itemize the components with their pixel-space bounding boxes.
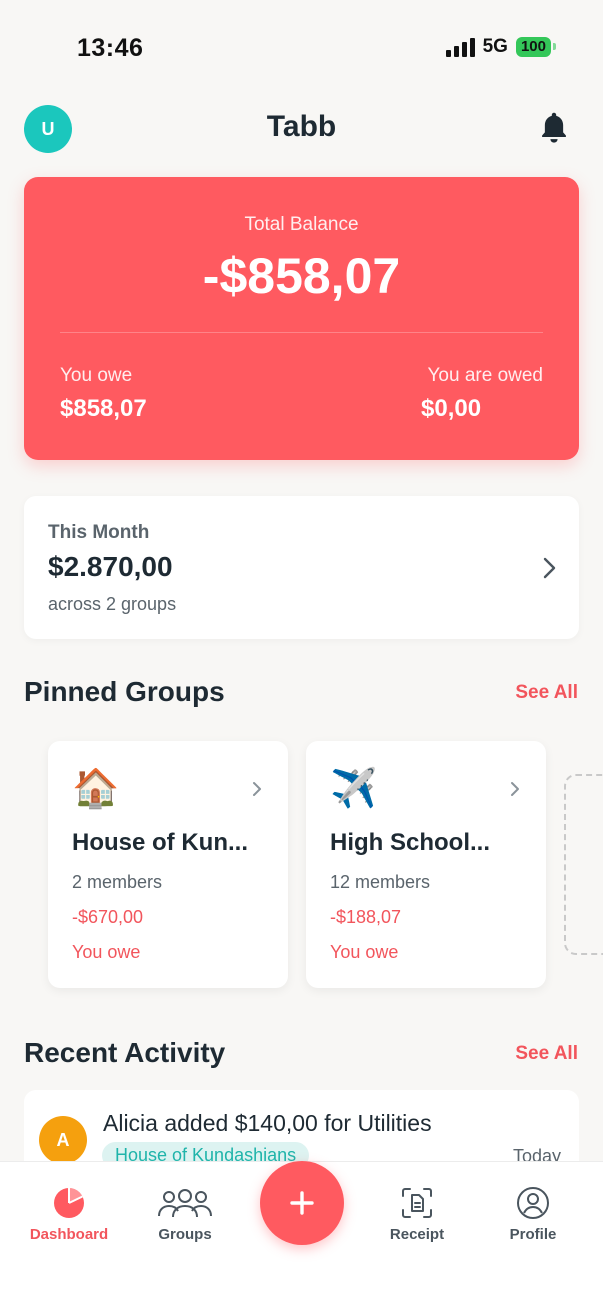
this-month-label: This Month <box>48 522 150 543</box>
group-status: You owe <box>330 942 399 962</box>
network-type: 5G <box>482 36 508 57</box>
group-name: House of Kun... <box>72 829 248 856</box>
notification-bell-icon[interactable] <box>537 110 571 146</box>
this-month-subtitle: across 2 groups <box>48 594 177 614</box>
chevron-right-icon <box>511 782 519 796</box>
people-icon <box>158 1189 212 1218</box>
status-indicators: 5G 100 <box>445 36 557 58</box>
you-are-owed-amount: $0,00 <box>421 395 482 422</box>
group-members: 12 members <box>330 872 431 892</box>
group-card[interactable]: ✈️ High School... 12 members -$188,07 Yo… <box>306 741 546 988</box>
tab-receipt[interactable]: Receipt <box>367 1186 467 1243</box>
receipt-scan-icon <box>402 1188 432 1218</box>
pinned-groups-title: Pinned Groups <box>24 676 225 707</box>
add-group-placeholder[interactable] <box>564 774 603 955</box>
tab-dashboard[interactable]: Dashboard <box>19 1186 119 1243</box>
tab-profile[interactable]: Profile <box>483 1186 583 1243</box>
plus-icon <box>290 1191 314 1215</box>
tab-groups-label: Groups <box>158 1226 212 1243</box>
total-balance-label: Total Balance <box>244 214 359 235</box>
add-expense-button[interactable] <box>260 1161 344 1245</box>
house-icon: 🏠 <box>72 768 120 810</box>
status-bar: 13:46 5G 100 <box>0 0 603 96</box>
profile-icon <box>517 1187 549 1219</box>
recent-activity-see-all-link[interactable]: See All <box>515 1043 578 1065</box>
airplane-icon: ✈️ <box>330 768 378 810</box>
pinned-groups-see-all-link[interactable]: See All <box>515 682 578 704</box>
activity-avatar: A <box>39 1116 87 1164</box>
total-balance-amount: -$858,07 <box>202 248 401 304</box>
you-owe-amount: $858,07 <box>60 395 147 422</box>
tab-receipt-label: Receipt <box>389 1226 445 1243</box>
activity-description: Alicia added $140,00 for Utilities <box>103 1110 432 1136</box>
app-header: U Tabb <box>0 96 603 164</box>
battery-icon: 100 <box>515 37 557 57</box>
group-name: High School... <box>330 829 490 856</box>
group-card[interactable]: 🏠 House of Kun... 2 members -$670,00 You… <box>48 741 288 988</box>
tab-groups[interactable]: Groups <box>135 1186 235 1243</box>
app-title: Tabb <box>266 110 337 143</box>
pie-chart-icon <box>54 1188 84 1218</box>
chevron-right-icon <box>543 557 556 579</box>
status-time: 13:46 <box>77 34 144 62</box>
recent-activity-title: Recent Activity <box>24 1037 226 1068</box>
you-are-owed-label: You are owed <box>427 365 543 386</box>
group-balance: -$188,07 <box>330 907 402 927</box>
chevron-right-icon <box>253 782 261 796</box>
you-owe-label: You owe <box>60 365 133 386</box>
tab-profile-label: Profile <box>509 1226 557 1243</box>
signal-icon <box>445 37 475 57</box>
balance-divider <box>60 332 543 333</box>
tab-dashboard-label: Dashboard <box>29 1226 109 1243</box>
total-balance-card[interactable]: Total Balance -$858,07 You owe $858,07 Y… <box>24 177 579 460</box>
group-members: 2 members <box>72 872 163 892</box>
group-balance: -$670,00 <box>72 907 144 927</box>
group-status: You owe <box>72 942 141 962</box>
this-month-card[interactable]: This Month $2.870,00 across 2 groups <box>24 496 579 639</box>
this-month-amount: $2.870,00 <box>48 551 173 582</box>
